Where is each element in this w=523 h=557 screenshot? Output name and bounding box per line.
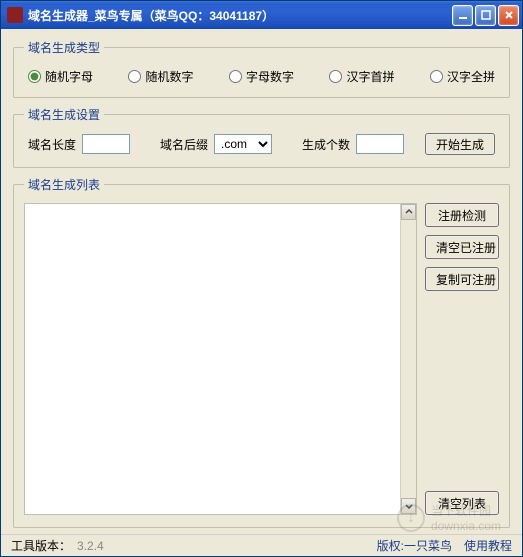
radio-input[interactable] <box>28 70 41 83</box>
radio-label: 汉字全拼 <box>447 68 495 85</box>
maximize-icon <box>480 9 492 21</box>
statusbar: 工具版本： 3.2.4 版权:一只菜鸟 使用教程 <box>1 534 522 556</box>
maximize-button[interactable] <box>475 5 496 26</box>
generate-button[interactable]: 开始生成 <box>425 133 495 155</box>
list-box-container <box>24 203 417 515</box>
clear-list-button[interactable]: 清空列表 <box>425 491 499 515</box>
chevron-down-icon <box>405 502 413 510</box>
group-list-legend: 域名生成列表 <box>24 176 104 193</box>
scroll-up-button[interactable] <box>401 204 416 220</box>
radio-hanzi-full[interactable]: 汉字全拼 <box>430 68 495 85</box>
suffix-label: 域名后缀 <box>160 136 208 153</box>
radio-random-numbers[interactable]: 随机数字 <box>128 68 193 85</box>
radio-label: 随机字母 <box>45 68 93 85</box>
radio-input[interactable] <box>229 70 242 83</box>
group-domain-type: 域名生成类型 随机字母 随机数字 字母数字 汉字首拼 <box>13 39 510 98</box>
group-settings-legend: 域名生成设置 <box>24 106 104 123</box>
clear-registered-button[interactable]: 清空已注册 <box>425 235 499 259</box>
copy-available-button[interactable]: 复制可注册 <box>425 267 499 291</box>
vertical-scrollbar[interactable] <box>400 204 416 514</box>
radio-input[interactable] <box>329 70 342 83</box>
window-controls <box>452 5 519 26</box>
titlebar[interactable]: 域名生成器_菜鸟专属（菜鸟QQ：34041187） <box>1 1 522 29</box>
close-icon <box>503 9 515 21</box>
radio-row: 随机字母 随机数字 字母数字 汉字首拼 汉字全拼 <box>24 66 499 85</box>
version-label: 工具版本： <box>11 537 71 554</box>
client-area: 域名生成类型 随机字母 随机数字 字母数字 汉字首拼 <box>1 29 522 534</box>
scroll-down-button[interactable] <box>401 498 416 514</box>
version-number: 3.2.4 <box>77 539 104 553</box>
chevron-up-icon <box>405 208 413 216</box>
list-body: 注册检测 清空已注册 复制可注册 清空列表 <box>24 203 499 515</box>
check-registration-button[interactable]: 注册检测 <box>425 203 499 227</box>
radio-input[interactable] <box>430 70 443 83</box>
radio-letters-numbers[interactable]: 字母数字 <box>229 68 294 85</box>
count-label: 生成个数 <box>302 136 350 153</box>
window-title: 域名生成器_菜鸟专属（菜鸟QQ：34041187） <box>28 7 452 24</box>
radio-random-letters[interactable]: 随机字母 <box>28 68 93 85</box>
minimize-icon <box>457 9 469 21</box>
scroll-track[interactable] <box>401 220 416 498</box>
radio-label: 汉字首拼 <box>346 68 394 85</box>
radio-input[interactable] <box>128 70 141 83</box>
radio-label: 随机数字 <box>145 68 193 85</box>
group-type-legend: 域名生成类型 <box>24 39 104 56</box>
settings-row: 域名长度 域名后缀 .com 生成个数 开始生成 <box>24 133 499 155</box>
status-right: 版权:一只菜鸟 使用教程 <box>377 537 512 554</box>
side-button-column: 注册检测 清空已注册 复制可注册 清空列表 <box>425 203 499 515</box>
tutorial-link[interactable]: 使用教程 <box>464 537 512 554</box>
length-input[interactable] <box>82 134 130 154</box>
suffix-select[interactable]: .com <box>214 134 272 154</box>
minimize-button[interactable] <box>452 5 473 26</box>
radio-hanzi-initial[interactable]: 汉字首拼 <box>329 68 394 85</box>
copyright-link[interactable]: 版权:一只菜鸟 <box>377 537 452 554</box>
group-domain-settings: 域名生成设置 域名长度 域名后缀 .com 生成个数 开始生成 <box>13 106 510 168</box>
app-icon <box>7 7 23 23</box>
close-button[interactable] <box>498 5 519 26</box>
group-domain-list: 域名生成列表 注册检测 清空已注册 <box>13 176 510 528</box>
length-label: 域名长度 <box>28 136 76 153</box>
result-listbox[interactable] <box>25 204 400 514</box>
radio-label: 字母数字 <box>246 68 294 85</box>
app-window: 域名生成器_菜鸟专属（菜鸟QQ：34041187） 域名生成类型 随机字母 <box>0 0 523 557</box>
count-input[interactable] <box>356 134 404 154</box>
